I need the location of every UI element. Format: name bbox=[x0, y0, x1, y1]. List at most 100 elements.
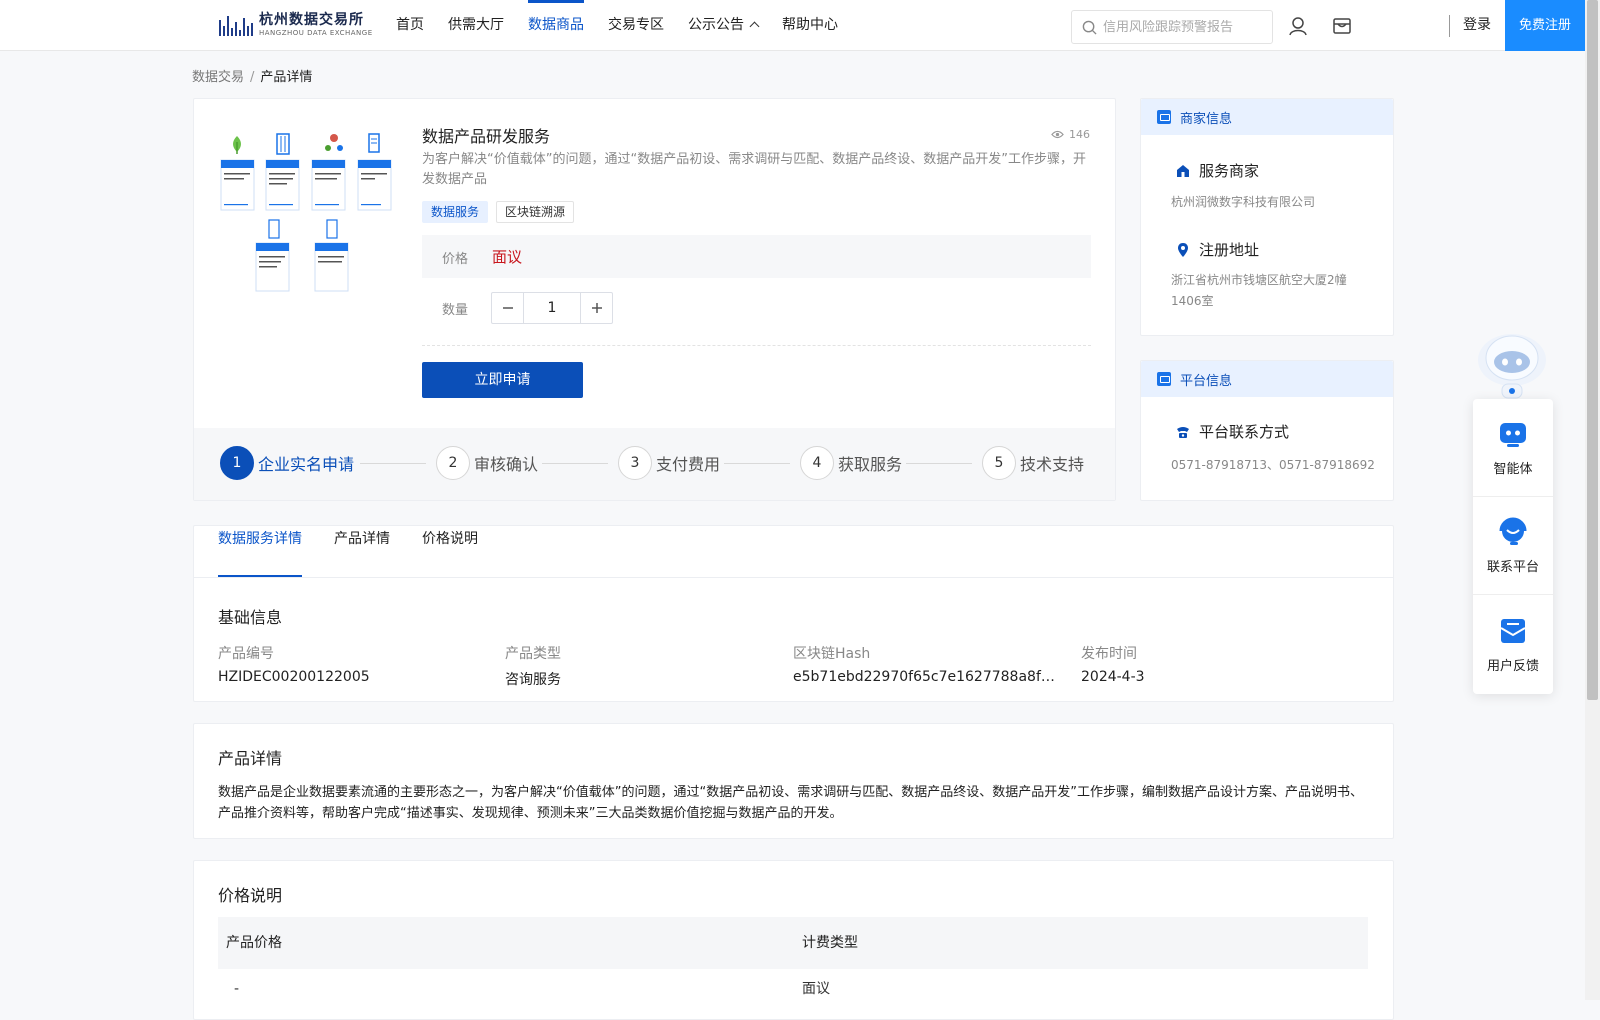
quantity-input[interactable]: 1 bbox=[523, 293, 581, 323]
nav-item-home[interactable]: 首页 bbox=[396, 0, 424, 51]
blockchain-hash-value: e5b71ebd22970f65c7e1627788a8fa28a2... bbox=[793, 669, 1063, 685]
user-feedback-button[interactable]: 用户反馈 bbox=[1473, 595, 1553, 693]
billing-type-cell: 面议 bbox=[802, 981, 830, 997]
nav-item-trade-zone[interactable]: 交易专区 bbox=[608, 0, 664, 51]
step-connector bbox=[360, 463, 426, 464]
robot-assistant-icon[interactable] bbox=[1474, 328, 1550, 400]
product-type-field: 产品类型 咨询服务 bbox=[505, 643, 775, 689]
price-value: 面议 bbox=[492, 248, 523, 266]
agent-button[interactable]: 智能体 bbox=[1473, 399, 1553, 497]
contact-platform-label: 联系平台 bbox=[1486, 560, 1539, 575]
step-3-number: 3 bbox=[618, 446, 652, 480]
blockchain-hash-label: 区块链Hash bbox=[793, 646, 871, 662]
product-code-field: 产品编号 HZIDEC00200122005 bbox=[218, 643, 488, 685]
login-link[interactable]: 登录 bbox=[1463, 0, 1491, 51]
register-button[interactable]: 免费注册 bbox=[1505, 0, 1585, 51]
step-1-number: 1 bbox=[220, 446, 254, 480]
merchant-badge-icon bbox=[1157, 110, 1171, 124]
logo[interactable]: 杭州数据交易所 HANGZHOU DATA EXCHANGE bbox=[219, 10, 373, 40]
price-cell: - bbox=[234, 981, 240, 997]
feedback-icon bbox=[1500, 618, 1526, 643]
quantity-stepper: 1 bbox=[491, 292, 613, 324]
step-3: 3 支付费用 bbox=[618, 446, 720, 480]
process-steps: 1 企业实名申请 2 审核确认 3 支付费用 4 获取服务 5 技术支持 bbox=[194, 428, 1115, 500]
user-icon[interactable] bbox=[1287, 15, 1309, 37]
location-pin-icon bbox=[1178, 242, 1188, 257]
step-4-number: 4 bbox=[800, 446, 834, 480]
logo-name-en: HANGZHOU DATA EXCHANGE bbox=[259, 29, 373, 37]
plus-icon bbox=[591, 303, 602, 313]
price-table: 产品价格 计费类型 - 面议 bbox=[218, 917, 1368, 1009]
platform-badge-icon bbox=[1157, 372, 1171, 386]
search-box[interactable] bbox=[1071, 10, 1273, 44]
chevron-up-icon bbox=[749, 21, 760, 32]
agent-icon bbox=[1500, 423, 1526, 447]
price-info-title: 价格说明 bbox=[218, 886, 283, 905]
service-merchant-value: 杭州润微数字科技有限公司 bbox=[1171, 195, 1316, 209]
user-feedback-label: 用户反馈 bbox=[1486, 658, 1539, 674]
eye-icon bbox=[1051, 130, 1064, 139]
product-description: 为客户解决“价值载体”的问题，通过“数据产品初设、需求调研与匹配、数据产品终设、… bbox=[422, 152, 1086, 187]
step-2-label: 审核确认 bbox=[474, 455, 539, 474]
product-image[interactable] bbox=[219, 128, 394, 296]
tab-data-service-detail[interactable]: 数据服务详情 bbox=[218, 527, 302, 578]
search-input[interactable] bbox=[1103, 19, 1263, 35]
search-icon bbox=[1082, 20, 1097, 35]
breadcrumb-current: 产品详情 bbox=[260, 70, 313, 85]
breadcrumb-separator: / bbox=[250, 70, 255, 85]
step-2-number: 2 bbox=[436, 446, 470, 480]
platform-contact-value: 0571-87918713、0571-87918692 bbox=[1171, 458, 1375, 472]
merchant-info-title: 商家信息 bbox=[1180, 111, 1233, 127]
step-1-label: 企业实名申请 bbox=[258, 455, 355, 474]
increment-button[interactable] bbox=[581, 293, 612, 323]
detail-tabs: 数据服务详情 产品详情 价格说明 bbox=[218, 527, 510, 578]
registered-address-value: 浙江省杭州市钱塘区航空大厦2幢1406室 bbox=[1171, 273, 1347, 308]
product-type-label: 产品类型 bbox=[505, 646, 561, 662]
publish-date-label: 发布时间 bbox=[1081, 646, 1137, 662]
step-5-label: 技术支持 bbox=[1020, 455, 1085, 474]
scrollbar-thumb[interactable] bbox=[1587, 0, 1598, 700]
billing-type-column-header: 计费类型 bbox=[802, 935, 858, 951]
nav-item-announcements[interactable]: 公示公告 bbox=[688, 0, 760, 51]
tab-price-info[interactable]: 价格说明 bbox=[422, 527, 478, 578]
platform-info-title: 平台信息 bbox=[1180, 373, 1233, 389]
header-divider bbox=[1449, 15, 1450, 37]
minus-icon bbox=[502, 307, 513, 309]
registered-address-label: 注册地址 bbox=[1199, 241, 1260, 259]
apply-now-button[interactable]: 立即申请 bbox=[422, 362, 583, 398]
tag-data-service: 数据服务 bbox=[422, 201, 489, 223]
platform-contact-title: 平台联系方式 bbox=[1175, 421, 1289, 442]
registered-address-title: 注册地址 bbox=[1175, 239, 1259, 260]
view-count: 146 bbox=[1051, 128, 1090, 141]
step-1: 1 企业实名申请 bbox=[220, 446, 354, 480]
product-title: 数据产品研发服务 bbox=[422, 127, 551, 146]
shop-icon[interactable] bbox=[1331, 15, 1353, 37]
nav-item-help-center[interactable]: 帮助中心 bbox=[782, 0, 838, 51]
step-2: 2 审核确认 bbox=[436, 446, 538, 480]
nav-item-announcements-label: 公示公告 bbox=[688, 17, 744, 33]
service-merchant-title: 服务商家 bbox=[1175, 160, 1259, 181]
step-3-label: 支付费用 bbox=[656, 455, 721, 474]
contact-platform-button[interactable]: 联系平台 bbox=[1473, 497, 1553, 595]
nav-item-data-products[interactable]: 数据商品 bbox=[528, 0, 584, 51]
publish-date-field: 发布时间 2024-4-3 bbox=[1081, 643, 1351, 685]
merchant-info-header: 商家信息 bbox=[1141, 99, 1393, 135]
floating-service-panel: 智能体 联系平台 用户反馈 bbox=[1473, 399, 1553, 694]
top-navigation-bar: 杭州数据交易所 HANGZHOU DATA EXCHANGE 首页 供需大厅 数… bbox=[0, 0, 1600, 51]
logo-name-cn: 杭州数据交易所 bbox=[259, 12, 364, 28]
tab-product-detail[interactable]: 产品详情 bbox=[334, 527, 390, 578]
breadcrumb-parent[interactable]: 数据交易 bbox=[192, 70, 244, 85]
step-4: 4 获取服务 bbox=[800, 446, 902, 480]
product-detail-title: 产品详情 bbox=[218, 749, 283, 768]
product-code-value: HZIDEC00200122005 bbox=[218, 669, 370, 685]
view-count-value: 146 bbox=[1069, 128, 1090, 141]
nav-item-supply-demand[interactable]: 供需大厅 bbox=[448, 0, 504, 51]
price-bar: 价格 面议 bbox=[422, 235, 1091, 278]
decrement-button[interactable] bbox=[492, 293, 523, 323]
tag-blockchain-trace: 区块链溯源 bbox=[496, 201, 575, 223]
tab-divider bbox=[194, 577, 1394, 578]
logo-mark-icon bbox=[219, 12, 255, 38]
step-connector bbox=[906, 463, 972, 464]
page-scrollbar[interactable] bbox=[1585, 0, 1600, 1000]
platform-contact-label: 平台联系方式 bbox=[1199, 423, 1290, 441]
